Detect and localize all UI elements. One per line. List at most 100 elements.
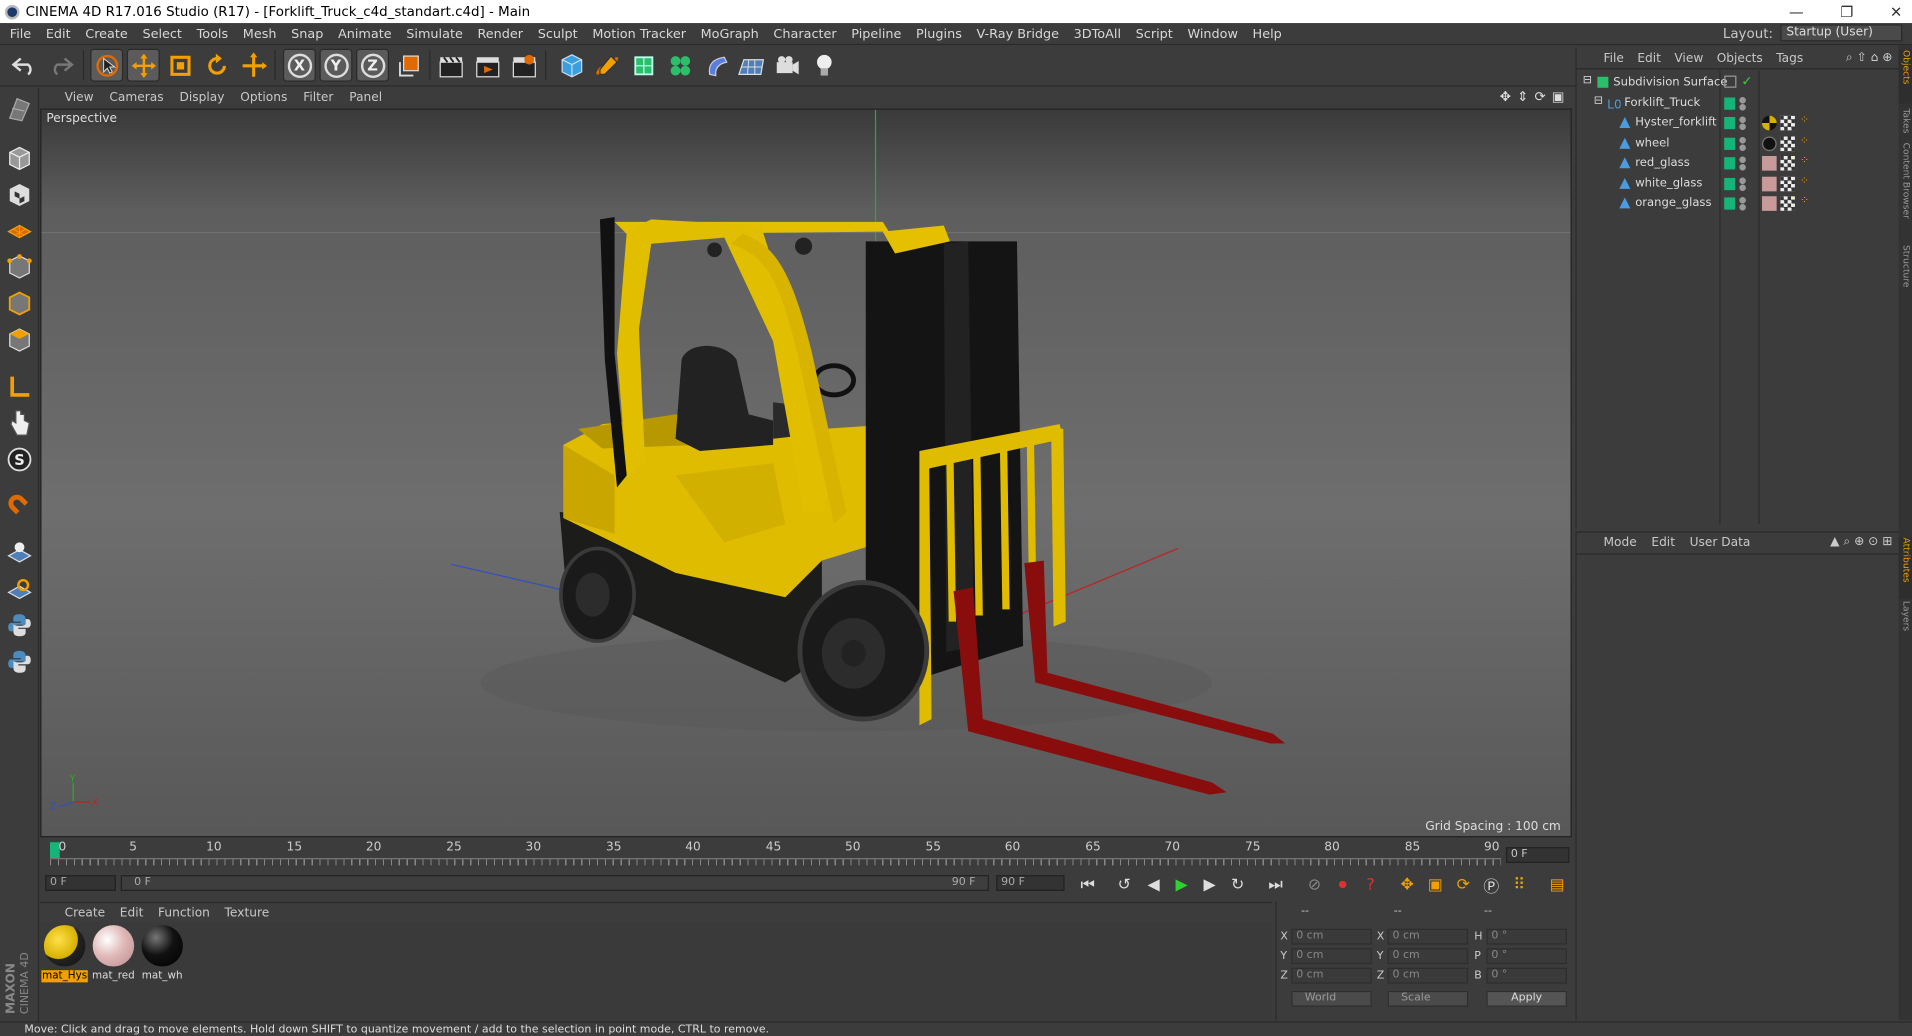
menu-simulate[interactable]: Simulate xyxy=(406,26,463,41)
layer-color-icon[interactable] xyxy=(1724,97,1736,110)
menu-script[interactable]: Script xyxy=(1136,26,1173,41)
next-frame-button[interactable]: ▶ xyxy=(1196,873,1223,897)
add-deformer-button[interactable] xyxy=(700,49,733,82)
rotation-h-field[interactable]: 0 ° xyxy=(1486,928,1567,945)
live-selection-button[interactable] xyxy=(90,48,124,82)
object-row-red-glass[interactable]: red_glass ● ● ⁘ xyxy=(1577,154,1900,174)
coordinate-space-dropdown[interactable]: World xyxy=(1291,990,1372,1007)
object-row-wheel[interactable]: wheel ● ● ⁘ xyxy=(1577,134,1900,154)
texture-tag-icon[interactable] xyxy=(1780,115,1795,131)
edges-mode-button[interactable] xyxy=(4,288,36,320)
enable-snapping-button[interactable] xyxy=(4,536,36,568)
tab-objects[interactable]: Objects xyxy=(1898,49,1912,104)
size-mode-dropdown[interactable]: Scale xyxy=(1387,990,1469,1007)
model-mode-button[interactable] xyxy=(4,143,36,175)
menu-file[interactable]: File xyxy=(10,26,31,41)
phong-tag-icon[interactable]: ⁘ xyxy=(1800,155,1809,167)
layer-color-icon[interactable] xyxy=(1724,197,1736,210)
menu-sculpt[interactable]: Sculpt xyxy=(538,26,578,41)
object-menu-objects[interactable]: Objects xyxy=(1717,52,1763,65)
visibility-dots-icon[interactable]: ● ● xyxy=(1739,115,1746,131)
size-y-field[interactable]: 0 cm xyxy=(1387,948,1469,965)
material-tag-icon[interactable] xyxy=(1762,115,1777,131)
close-button[interactable]: ✕ xyxy=(1890,3,1902,20)
menu-plugins[interactable]: Plugins xyxy=(916,26,962,41)
position-x-field[interactable]: 0 cm xyxy=(1291,928,1372,945)
points-mode-button[interactable] xyxy=(4,251,36,283)
material-menu-edit[interactable]: Edit xyxy=(120,906,144,919)
menu-create[interactable]: Create xyxy=(85,26,128,41)
material-swatch-mat-hys[interactable]: mat_Hys xyxy=(41,925,88,983)
maximize-view-icon[interactable]: ▣ xyxy=(1552,89,1565,105)
visibility-dots-icon[interactable]: ● ● xyxy=(1739,96,1746,112)
menu-render[interactable]: Render xyxy=(477,26,523,41)
phong-tag-icon[interactable]: ⁘ xyxy=(1800,115,1809,127)
record-parameter-button[interactable]: Ⓟ xyxy=(1478,873,1505,897)
menu-pipeline[interactable]: Pipeline xyxy=(851,26,901,41)
object-row-hyster-forklift[interactable]: Hyster_forklift ● ● ⁘ xyxy=(1577,113,1900,133)
apply-button[interactable]: Apply xyxy=(1486,990,1567,1007)
record-position-button[interactable]: ✥ xyxy=(1394,873,1421,897)
viewport-camera-label[interactable]: Perspective xyxy=(43,112,120,126)
layout-select[interactable]: Startup (User) xyxy=(1780,24,1903,42)
texture-tag-icon[interactable] xyxy=(1780,136,1795,152)
texture-tag-icon[interactable] xyxy=(1780,156,1795,171)
go-to-start-button[interactable]: ⏮ xyxy=(1074,873,1101,897)
object-row-subdivision-surface[interactable]: ⊟ Subdivision Surface ✓ xyxy=(1577,73,1900,93)
restore-button[interactable]: ❐ xyxy=(1840,3,1853,20)
material-tag-icon[interactable] xyxy=(1762,156,1777,171)
record-scale-button[interactable]: ▣ xyxy=(1422,873,1449,897)
add-generator-button[interactable] xyxy=(627,49,660,82)
size-z-field[interactable]: 0 cm xyxy=(1387,967,1469,984)
material-menu-function[interactable]: Function xyxy=(158,906,210,919)
enabled-check-icon[interactable]: ✓ xyxy=(1741,73,1752,89)
phong-tag-icon[interactable]: ⁘ xyxy=(1800,195,1809,207)
z-axis-lock-button[interactable]: Z xyxy=(356,48,389,82)
object-row-forklift-truck[interactable]: ⊟ L0 Forklift_Truck ● ● xyxy=(1577,94,1900,114)
tweak-mode-button[interactable] xyxy=(4,407,36,439)
minimize-button[interactable]: — xyxy=(1789,3,1804,20)
viewport-menu-view[interactable]: View xyxy=(65,91,94,104)
go-to-next-key-button[interactable]: ↻ xyxy=(1224,873,1251,897)
visibility-dots-icon[interactable]: ● ● xyxy=(1739,176,1746,192)
add-spline-button[interactable] xyxy=(590,49,623,82)
attribute-menu-user-data[interactable]: User Data xyxy=(1690,536,1751,549)
material-tag-icon[interactable] xyxy=(1762,136,1777,152)
viewport-menu-filter[interactable]: Filter xyxy=(303,91,333,104)
record-keys-button[interactable]: ⊘ xyxy=(1301,873,1328,897)
move-tool-button[interactable] xyxy=(126,48,160,82)
material-tag-icon[interactable] xyxy=(1762,196,1777,211)
scale-tool-button[interactable] xyxy=(163,49,196,82)
menu-tools[interactable]: Tools xyxy=(197,26,229,41)
make-editable-button[interactable] xyxy=(4,93,36,125)
min-frame-field[interactable]: 0 F xyxy=(45,875,116,891)
rotation-p-field[interactable]: 0 ° xyxy=(1486,948,1567,965)
viewport-menu-options[interactable]: Options xyxy=(240,91,287,104)
phong-tag-icon[interactable]: ⁘ xyxy=(1800,135,1809,147)
object-menu-file[interactable]: File xyxy=(1603,52,1623,65)
attribute-menu-mode[interactable]: Mode xyxy=(1603,536,1636,549)
menu-motion-tracker[interactable]: Motion Tracker xyxy=(592,26,686,41)
tab-takes[interactable]: Takes xyxy=(1899,108,1912,137)
menu-vray-bridge[interactable]: V-Ray Bridge xyxy=(977,26,1059,41)
rotate-tool-button[interactable] xyxy=(200,49,233,82)
undo-button[interactable] xyxy=(7,49,40,82)
attribute-nav-icons[interactable]: ▲ ⌕ ⊕ ⊙ ⊞ xyxy=(1830,535,1892,548)
material-swatch-mat-red[interactable]: mat_red xyxy=(90,925,136,982)
layer-color-icon[interactable] xyxy=(1724,117,1736,130)
search-icon[interactable]: ⌕ ⇧ ⌂ ⊕ xyxy=(1846,51,1893,64)
timeline-ruler[interactable]: 0 5 10 15 20 25 30 35 40 45 50 55 60 65 … xyxy=(40,838,1572,876)
material-swatch-mat-wh[interactable]: mat_wh xyxy=(139,925,185,982)
perspective-viewport[interactable]: Y X Z Perspective Grid Spacing : 100 cm xyxy=(40,108,1572,838)
redo-button[interactable] xyxy=(44,49,77,82)
add-mograph-button[interactable] xyxy=(663,49,696,82)
tab-content-browser[interactable]: Content Browser xyxy=(1899,143,1912,241)
phong-tag-icon[interactable]: ⁘ xyxy=(1800,176,1809,188)
keyframe-selection-button[interactable]: ? xyxy=(1357,873,1384,897)
object-menu-tags[interactable]: Tags xyxy=(1776,52,1803,65)
texture-tag-icon[interactable] xyxy=(1780,176,1795,192)
visibility-dots-icon[interactable]: ● ● xyxy=(1739,155,1746,171)
y-axis-lock-button[interactable]: Y xyxy=(319,48,353,82)
current-frame-field[interactable]: 0 F xyxy=(1505,847,1570,863)
preview-range-slider[interactable]: 0 F 90 F xyxy=(120,875,989,891)
